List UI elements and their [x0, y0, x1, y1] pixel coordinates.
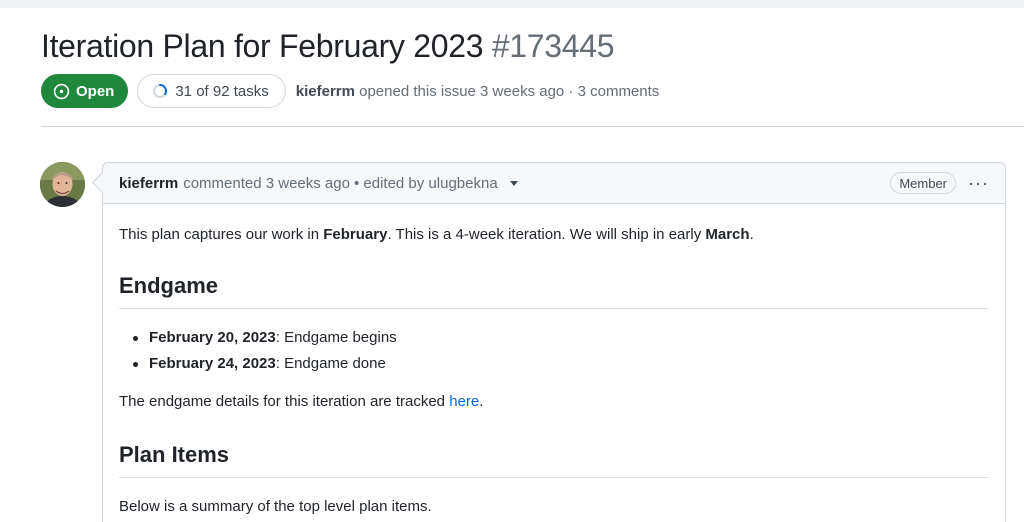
issue-number: #173445: [491, 28, 615, 64]
tracked-text-end: .: [479, 393, 484, 410]
issue-open-icon: [53, 83, 70, 100]
issue-title: Iteration Plan for February 2023 #173445: [41, 26, 1024, 66]
endgame-date: February 24, 2023: [149, 355, 276, 372]
progress-ring-icon: [152, 83, 168, 99]
header-divider: [41, 126, 1024, 127]
endgame-date: February 20, 2023: [149, 329, 276, 346]
edited-by-text: • edited by ulugbekna: [353, 174, 498, 192]
comment-box: kieferrm commented 3 weeks ago • edited …: [102, 162, 1006, 522]
top-band: [0, 0, 1024, 8]
intro-bold-ship-month: March: [705, 226, 750, 243]
comment-header: kieferrm commented 3 weeks ago • edited …: [103, 163, 1005, 204]
endgame-list: February 20, 2023: Endgame begins Februa…: [119, 327, 989, 375]
intro-text-2: . This is a 4-week iteration. We will sh…: [387, 226, 706, 243]
member-role-badge: Member: [890, 172, 957, 194]
list-item: February 20, 2023: Endgame begins: [133, 327, 989, 349]
endgame-text: : Endgame begins: [275, 329, 397, 346]
comment-body: This plan captures our work in February.…: [103, 204, 1005, 518]
endgame-text: : Endgame done: [275, 355, 386, 372]
opened-text: opened this issue 3 weeks ago · 3 commen…: [359, 82, 660, 100]
issue-opened-meta: kieferrm opened this issue 3 weeks ago ·…: [296, 83, 660, 100]
list-item: February 24, 2023: Endgame done: [133, 353, 989, 375]
intro-paragraph: This plan captures our work in February.…: [119, 224, 989, 246]
avatar-image: [40, 162, 85, 207]
open-state-badge: Open: [41, 74, 129, 108]
tracked-text: The endgame details for this iteration a…: [119, 393, 450, 410]
chevron-down-icon: [509, 181, 518, 187]
intro-text-3: .: [749, 226, 754, 243]
issue-author-link[interactable]: kieferrm: [296, 83, 355, 100]
issue-title-text: Iteration Plan for February 2023: [41, 28, 484, 64]
comment-author-link[interactable]: kieferrm: [119, 175, 178, 192]
issue-meta-row: Open 31 of 92 tasks kieferrm opened this…: [41, 74, 1024, 108]
comment-time[interactable]: commented 3 weeks ago: [183, 175, 350, 192]
here-link[interactable]: here: [449, 393, 479, 410]
intro-bold-month: February: [323, 226, 388, 243]
tasks-count: 31 of 92 tasks: [175, 82, 269, 100]
avatar[interactable]: [40, 162, 85, 207]
endgame-heading: Endgame: [119, 272, 989, 309]
intro-text-1: This plan captures our work in: [119, 226, 324, 243]
edited-history-dropdown[interactable]: • edited by ulugbekna: [354, 175, 518, 192]
issue-header: Iteration Plan for February 2023 #173445…: [41, 26, 1024, 108]
plan-items-heading: Plan Items: [119, 441, 989, 478]
state-label: Open: [76, 82, 115, 100]
kebab-menu-icon[interactable]: ···: [968, 174, 989, 192]
summary-paragraph: Below is a summary of the top level plan…: [119, 498, 432, 515]
issue-page: Iteration Plan for February 2023 #173445…: [0, 0, 1024, 522]
tracked-paragraph: The endgame details for this iteration a…: [119, 391, 989, 413]
tasks-progress-pill[interactable]: 31 of 92 tasks: [137, 74, 286, 108]
